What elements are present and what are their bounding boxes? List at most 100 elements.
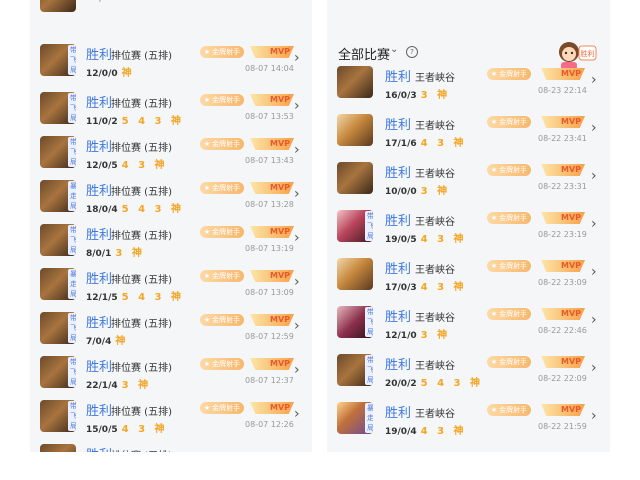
kda-label: 17/1/6 4 3 神 — [385, 138, 467, 149]
mode-label: 排位赛 (五排) — [111, 143, 172, 154]
match-time: 08-23 22:14 — [538, 86, 587, 95]
star-icon: ★ — [490, 262, 498, 270]
role-tag: 暴走局 — [365, 403, 373, 433]
match-row[interactable]: 带飞局 胜利 排位赛 (五排) 8/0/1 3 神 ★ 金牌射手 MVP 08-07… — [30, 220, 312, 264]
result-label: 胜利 — [385, 310, 412, 325]
star-icon: ★ — [203, 228, 211, 236]
result-label: 胜利 — [385, 358, 412, 373]
match-row[interactable]: 暴走局 胜利 排位赛 (五排) 18/0/4 5 4 3 神 ★ 金牌射手 MVP … — [30, 176, 312, 220]
kda-label: 7/0/4 神 — [86, 336, 129, 347]
chevron-down-icon[interactable]: ⌄ — [390, 44, 398, 55]
role-tag: 带飞局 — [365, 307, 373, 337]
god-streak: 神 — [115, 336, 129, 347]
god-streak: 4 3 神 — [420, 138, 467, 149]
mvp-badge: MVP — [541, 164, 585, 176]
match-row[interactable]: 带飞局 胜利 排位赛 (五排) 12/0/5 4 3 神 ★ 金牌射手 MVP 08… — [30, 132, 312, 176]
match-row[interactable]: 带飞局 胜利 排位赛 (五排) 15/0/5 4 3 神 ★ 金牌射手 MVP 08… — [30, 396, 312, 440]
match-row[interactable]: 胜利 王者峡谷 16/0/3 3 神 ★ 金牌射手 MVP 08-23 22:14 … — [327, 62, 610, 106]
chevron-right-icon[interactable]: › — [591, 72, 597, 88]
gold-shooter-badge: ★ 金牌射手 — [200, 314, 244, 326]
match-row[interactable]: 暴走局 胜利 排位赛 (五排) 12/1/5 5 4 3 神 ★ 金牌射手 MVP … — [30, 264, 312, 308]
role-tag: 带飞局 — [68, 357, 76, 387]
gold-shooter-badge: ★ 金牌射手 — [487, 404, 531, 416]
god-streak: 5 4 3 神 — [121, 292, 184, 303]
mode-label: 排位赛 (五排) — [111, 363, 172, 374]
chevron-right-icon[interactable]: › — [591, 312, 597, 328]
god-streak: 3 神 — [420, 90, 451, 101]
help-icon[interactable]: ? — [406, 46, 418, 58]
chevron-right-icon[interactable]: › — [294, 142, 300, 158]
mvp-badge: MVP — [541, 212, 585, 224]
mvp-badge: MVP — [250, 270, 294, 282]
chevron-right-icon[interactable]: › — [294, 186, 300, 202]
match-row[interactable]: 带飞局 胜利 排位赛 (五排) 7/0/4 神 ★ 金牌射手 MVP 08-07 1… — [30, 308, 312, 352]
mvp-badge: MVP — [250, 226, 294, 238]
chevron-right-icon[interactable]: › — [294, 406, 300, 422]
mvp-badge: MVP — [250, 46, 294, 58]
result-label: 胜利 — [86, 444, 112, 452]
mode-label: 排位赛 (五排) — [111, 447, 172, 452]
hero-avatar: 带飞局 — [337, 306, 373, 338]
god-streak: 4 3 神 — [420, 234, 467, 245]
kda-label: 15/0/5 4 3 神 — [86, 424, 168, 435]
chevron-right-icon[interactable]: › — [591, 264, 597, 280]
match-time: 08-07 13:28 — [245, 200, 294, 209]
match-filter-title[interactable]: 全部比赛 — [338, 44, 390, 63]
mode-label: 排位赛 (五排) — [111, 407, 172, 418]
hero-avatar: 暴走局 — [40, 180, 76, 212]
chevron-right-icon[interactable]: › — [294, 230, 300, 246]
hero-avatar: 带飞局 — [40, 400, 76, 432]
chevron-right-icon[interactable]: › — [591, 120, 597, 136]
match-row-partial[interactable]: · · / · · · · — [30, 0, 312, 18]
god-streak: 3 神 — [121, 380, 152, 391]
god-streak: 5 4 3 神 — [121, 116, 184, 127]
match-row-partial[interactable]: 胜利 排位赛 (五排) — [30, 440, 312, 452]
mode-label: 王者峡谷 — [415, 73, 455, 84]
god-streak: 3 神 — [115, 248, 145, 259]
chevron-right-icon[interactable]: › — [591, 408, 597, 424]
star-icon: ★ — [203, 404, 211, 412]
god-streak: 4 3 神 — [121, 160, 168, 171]
chevron-right-icon[interactable]: › — [591, 168, 597, 184]
kda-label: 22/1/4 3 神 — [86, 380, 152, 391]
role-tag: 带飞局 — [68, 313, 76, 343]
hero-avatar: 带飞局 — [337, 210, 373, 242]
mvp-badge: MVP — [250, 94, 294, 106]
hero-avatar: 带飞局 — [40, 136, 76, 168]
match-row[interactable]: 胜利 王者峡谷 17/0/3 4 3 神 ★ 金牌射手 MVP 08-22 23:0… — [327, 254, 610, 298]
mode-label: 王者峡谷 — [415, 265, 455, 276]
hero-avatar: 带飞局 — [40, 312, 76, 344]
chevron-right-icon[interactable]: › — [294, 50, 300, 66]
chevron-right-icon[interactable]: › — [591, 360, 597, 376]
chevron-right-icon[interactable]: › — [294, 274, 300, 290]
result-label: 胜利 — [86, 48, 113, 63]
result-label: 胜利 — [385, 118, 412, 133]
chevron-right-icon[interactable]: › — [294, 98, 300, 114]
mode-label: 排位赛 (五排) — [111, 51, 172, 62]
hero-avatar: 带飞局 — [40, 44, 76, 76]
chevron-right-icon[interactable]: › — [591, 216, 597, 232]
star-icon: ★ — [203, 96, 211, 104]
match-row[interactable]: 带飞局 胜利 王者峡谷 19/0/5 4 3 神 ★ 金牌射手 MVP 08-22 … — [327, 206, 610, 250]
result-label: 胜利 — [86, 140, 113, 155]
match-row[interactable]: 胜利 王者峡谷 17/1/6 4 3 神 ★ 金牌射手 MVP 08-22 23:4… — [327, 110, 610, 154]
mvp-badge: MVP — [541, 404, 585, 416]
chevron-right-icon[interactable]: › — [294, 362, 300, 378]
match-row[interactable]: 带飞局 胜利 王者峡谷 12/1/0 3 神 ★ 金牌射手 MVP 08-22 22… — [327, 302, 610, 346]
match-row[interactable]: 带飞局 胜利 排位赛 (五排) 12/0/0 神 ★ 金牌射手 MVP 08-07 … — [30, 40, 312, 84]
match-row[interactable]: 带飞局 胜利 王者峡谷 20/0/2 5 4 3 神 ★ 金牌射手 MVP 08-2… — [327, 350, 610, 394]
gold-shooter-badge: ★ 金牌射手 — [487, 212, 531, 224]
mode-label: 排位赛 (五排) — [111, 319, 172, 330]
match-row[interactable]: 暴走局 胜利 王者峡谷 19/0/4 4 3 神 ★ 金牌射手 MVP 08-22 … — [327, 398, 610, 442]
match-time: 08-22 23:19 — [538, 230, 587, 239]
kda-partial: · · / · · · · — [86, 0, 129, 4]
role-tag: 带飞局 — [68, 45, 76, 75]
match-time: 08-22 23:09 — [538, 278, 587, 287]
match-row[interactable]: 带飞局 胜利 排位赛 (五排) 22/1/4 3 神 ★ 金牌射手 MVP 08-0… — [30, 352, 312, 396]
match-time: 08-22 22:09 — [538, 374, 587, 383]
chevron-right-icon[interactable]: › — [294, 318, 300, 334]
match-row[interactable]: 带飞局 胜利 排位赛 (五排) 11/0/2 5 4 3 神 ★ 金牌射手 MVP … — [30, 88, 312, 132]
hero-avatar: 带飞局 — [40, 224, 76, 256]
match-row[interactable]: 胜利 王者峡谷 10/0/0 3 神 ★ 金牌射手 MVP 08-22 23:31 … — [327, 158, 610, 202]
role-tag: 带飞局 — [68, 137, 76, 167]
